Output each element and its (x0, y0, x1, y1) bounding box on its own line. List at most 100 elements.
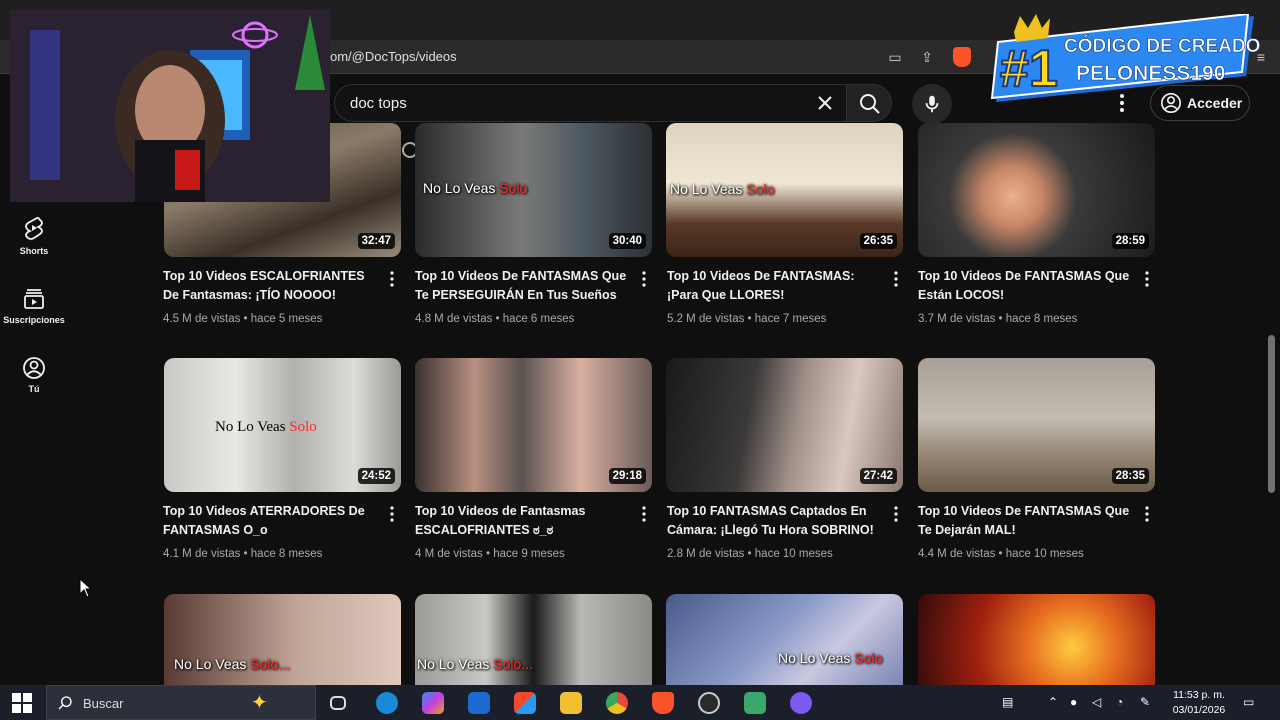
edge-icon[interactable] (376, 692, 398, 714)
sidebar-label-shorts: Shorts (19, 246, 49, 256)
chrome-icon[interactable] (606, 692, 628, 714)
file-explorer-icon[interactable] (560, 692, 582, 714)
search-icon (860, 94, 880, 114)
pen-icon[interactable]: ✎ (1140, 695, 1150, 709)
video-thumbnail[interactable]: No Lo Veas Solo 30:40 (415, 123, 652, 257)
video-duration: 24:52 (357, 468, 395, 484)
video-menu-icon[interactable] (1143, 271, 1151, 287)
video-meta: 5.2 M de vistas • hace 7 meses (667, 313, 827, 325)
voice-search-button[interactable] (912, 84, 952, 124)
news-widget-icon[interactable]: ▤ (1002, 695, 1013, 709)
mouse-cursor-icon (79, 578, 93, 598)
outlook-icon[interactable] (468, 692, 490, 714)
subscriptions-icon (24, 289, 44, 309)
video-title[interactable]: Top 10 Videos De FANTASMAS Que Te Dejarán… (918, 502, 1130, 540)
search-button[interactable] (846, 84, 892, 122)
taskbar-clock[interactable]: 11:53 p. m. 03/01/2026 (1164, 688, 1234, 718)
video-duration: 27:42 (859, 468, 897, 484)
video-title[interactable]: Top 10 Videos De FANTASMAS: ¡Para Que LLO… (667, 267, 879, 305)
streamer-webcam (10, 10, 330, 202)
video-menu-icon[interactable] (388, 506, 396, 522)
address-url[interactable]: om/@DocTops/videos (330, 49, 457, 64)
windows-start-icon[interactable] (12, 693, 32, 713)
video-duration: 30:40 (608, 233, 646, 249)
sidebar-label-you: Tú (28, 384, 40, 394)
video-meta: 4.1 M de vistas • hace 8 meses (163, 548, 323, 560)
tray-chevron-icon[interactable]: ⌃ (1048, 695, 1058, 709)
thumbnail-overlay-text: No Lo Veas Solo (778, 650, 883, 666)
share-icon[interactable]: ⇪ (918, 48, 936, 66)
you-icon (23, 357, 45, 379)
webcam-image (10, 10, 330, 202)
video-meta: 4.4 M de vistas • hace 10 meses (918, 548, 1084, 560)
app-icon[interactable] (744, 692, 766, 714)
video-menu-icon[interactable] (892, 271, 900, 287)
shorts-icon (25, 216, 43, 240)
video-thumbnail[interactable]: 27:42 (666, 358, 903, 492)
clear-search-icon[interactable] (813, 91, 837, 115)
volume-icon[interactable]: ◁ (1092, 695, 1101, 709)
creator-code-label: CÓDIGO DE CREADOR: (1064, 35, 1260, 57)
video-thumbnail[interactable]: No Lo Veas Solo 26:35 (666, 123, 903, 257)
microphone-icon (925, 95, 939, 113)
search-query[interactable]: doc tops (350, 95, 407, 112)
video-title[interactable]: Top 10 Videos ESCALOFRIANTES De Fantasmas… (163, 267, 375, 305)
page-scrollbar[interactable] (1268, 335, 1275, 493)
store-icon[interactable] (514, 692, 536, 714)
clock-time: 11:53 p. m. (1173, 689, 1225, 701)
microphone-tray-icon[interactable]: ● (1070, 695, 1077, 709)
search-input[interactable]: doc tops (334, 84, 846, 122)
video-thumbnail[interactable]: 28:35 (918, 358, 1155, 492)
video-meta: 3.7 M de vistas • hace 8 meses (918, 313, 1078, 325)
creator-code-value: PELONESS190 (1076, 62, 1225, 85)
video-duration: 32:47 (357, 233, 395, 249)
video-meta: 4.5 M de vistas • hace 5 meses (163, 313, 323, 325)
thumbnail-overlay-text: No Lo Veas Solo... (174, 656, 290, 672)
video-duration: 26:35 (859, 233, 897, 249)
cast-icon[interactable]: ▭ (886, 48, 904, 66)
video-duration: 28:35 (1111, 468, 1149, 484)
clock-date: 03/01/2026 (1172, 704, 1226, 716)
video-title[interactable]: Top 10 Videos De FANTASMAS Que Están LOCO… (918, 267, 1130, 305)
windows-taskbar: Buscar ✦ ▤ ⌃ ● ◁ ◔ ✎ 11:53 p. m. 03/01/2… (0, 685, 1280, 720)
video-title[interactable]: Top 10 Videos de Fantasmas ESCALOFRIANTES… (415, 502, 627, 540)
copilot-icon[interactable] (422, 692, 444, 714)
obs-icon[interactable] (698, 692, 720, 714)
creator-code-graphic: #1 CÓDIGO DE CREADOR: PELONESS190 (990, 12, 1280, 102)
video-duration: 29:18 (608, 468, 646, 484)
copilot-sparkle-icon: ✦ (251, 692, 268, 714)
sidebar-item-subscriptions[interactable]: Suscripciones (0, 287, 68, 325)
brave-shields-icon[interactable] (953, 47, 971, 67)
sidebar-item-you[interactable]: Tú (0, 356, 68, 394)
video-title[interactable]: Top 10 Videos De FANTASMAS Que Te PERSEGU… (415, 267, 627, 305)
video-thumbnail[interactable]: 28:59 (918, 123, 1155, 257)
thumbnail-overlay-text: No Lo Veas Solo... (417, 656, 533, 672)
video-meta: 2.8 M de vistas • hace 10 meses (667, 548, 833, 560)
video-menu-icon[interactable] (640, 271, 648, 287)
taskbar-search[interactable]: Buscar ✦ (46, 685, 316, 720)
video-thumbnail[interactable]: 29:18 (415, 358, 652, 492)
creator-rank: #1 (1000, 40, 1058, 98)
video-meta: 4.8 M de vistas • hace 6 meses (415, 313, 575, 325)
video-title[interactable]: Top 10 Videos ATERRADORES De FANTASMAS O_… (163, 502, 375, 540)
thumbnail-overlay-text: No Lo Veas Solo (215, 419, 317, 435)
brave-icon[interactable] (652, 692, 674, 714)
discord-icon[interactable] (790, 692, 812, 714)
thumbnail-overlay-text: No Lo Veas Solo (423, 180, 528, 196)
network-icon[interactable]: ◔ (1116, 695, 1123, 709)
video-thumbnail[interactable]: No Lo Veas Solo 24:52 (164, 358, 401, 492)
taskbar-search-icon (58, 696, 72, 710)
sidebar-label-subscriptions: Suscripciones (3, 315, 65, 325)
video-menu-icon[interactable] (640, 506, 648, 522)
video-menu-icon[interactable] (388, 271, 396, 287)
sidebar-item-shorts[interactable]: Shorts (0, 216, 68, 256)
video-duration: 28:59 (1111, 233, 1149, 249)
notifications-icon[interactable]: ▭ (1243, 695, 1254, 709)
creator-code-banner: #1 CÓDIGO DE CREADOR: PELONESS190 (984, 12, 1280, 102)
video-menu-icon[interactable] (892, 506, 900, 522)
taskbar-search-placeholder: Buscar (83, 696, 124, 711)
video-title[interactable]: Top 10 FANTASMAS Captados En Cámara: ¡Lle… (667, 502, 879, 540)
video-menu-icon[interactable] (1143, 506, 1151, 522)
task-view-icon[interactable] (330, 696, 346, 710)
thumbnail-overlay-text: No Lo Veas Solo (670, 181, 775, 197)
